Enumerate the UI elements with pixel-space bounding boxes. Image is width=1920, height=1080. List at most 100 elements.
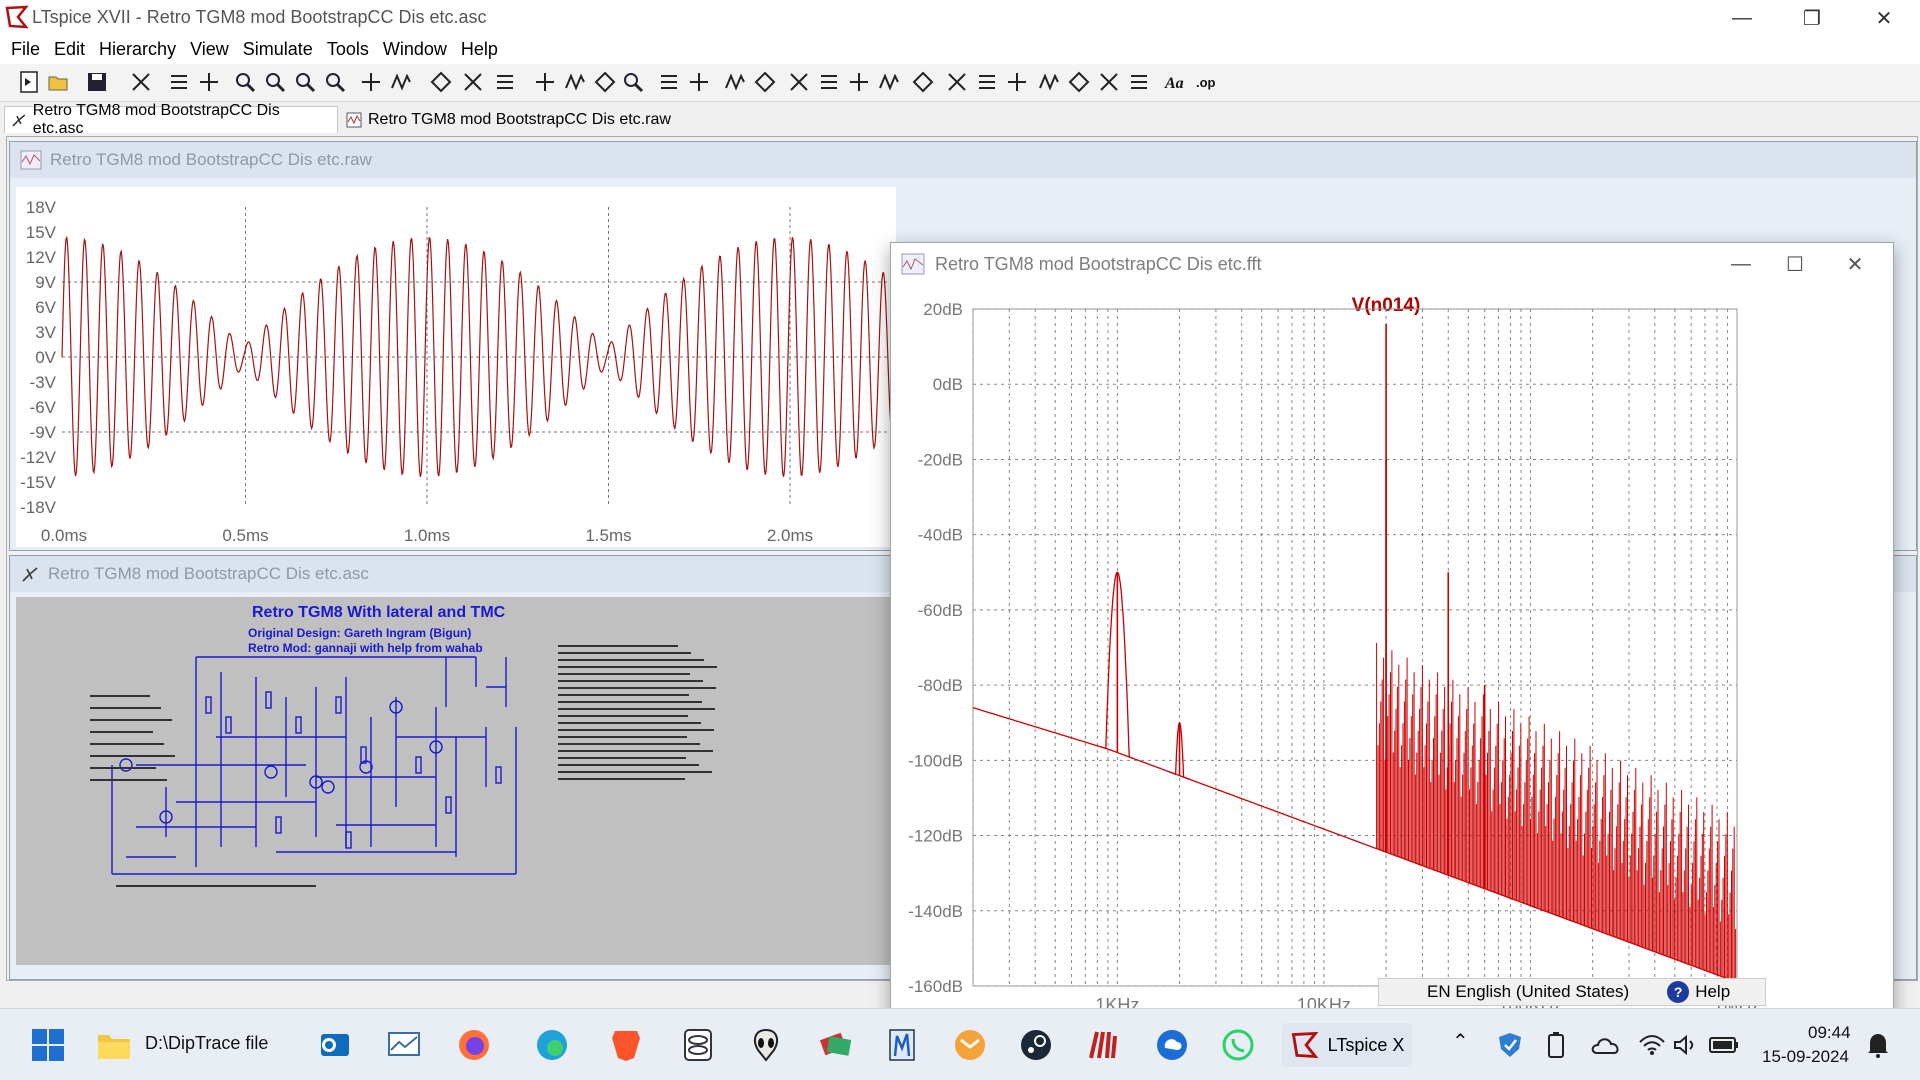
menu-hierarchy[interactable]: Hierarchy [96, 36, 187, 64]
cut-icon[interactable] [532, 69, 558, 95]
label-net-icon[interactable] [786, 69, 812, 95]
svg-text:Aa: Aa [1164, 75, 1184, 92]
pan-hand-icon[interactable] [196, 69, 222, 95]
close-button[interactable]: ✕ [1856, 0, 1912, 36]
cards-app-icon[interactable] [814, 1023, 858, 1067]
spice-directive-icon[interactable]: .op [1194, 69, 1220, 95]
save-icon[interactable] [84, 69, 110, 95]
fft-spectrum-plot[interactable]: V(n014) 20dB 0dB -20dB -40dB -60dB -80dB -100d… [891, 285, 1895, 1080]
raw-y-tick-label: 18V [26, 198, 57, 217]
inductor-icon[interactable] [876, 69, 902, 95]
raw-y-tick-label: 9V [35, 273, 56, 292]
cloud-app-icon[interactable] [1150, 1023, 1194, 1067]
bluebook-icon[interactable] [880, 1023, 924, 1067]
tab-raw-label: Retro TGM8 mod BootstrapCC Dis etc.raw [368, 110, 671, 128]
fft-close-button[interactable]: ✕ [1827, 243, 1883, 285]
window-title: LTspice XVII - Retro TGM8 mod BootstrapC… [32, 7, 487, 27]
menu-edit[interactable]: Edit [51, 36, 96, 64]
diode-icon[interactable] [910, 69, 936, 95]
menu-view[interactable]: View [187, 36, 240, 64]
language-label[interactable]: EN English (United States) [1427, 982, 1629, 1002]
menu-help[interactable]: Help [458, 36, 509, 64]
winrar-icon[interactable] [1082, 1023, 1126, 1067]
fft-minimize-button[interactable]: — [1713, 243, 1769, 285]
zoom-fit-icon[interactable] [292, 69, 318, 95]
text-icon[interactable]: Aa [1162, 69, 1188, 95]
tab-raw[interactable]: Retro TGM8 mod BootstrapCC Dis etc.raw [340, 106, 680, 133]
file-explorer-icon[interactable] [92, 1023, 136, 1067]
tile-vertical-icon[interactable] [460, 69, 486, 95]
schematic-circuit [111, 656, 517, 875]
paste-icon[interactable] [592, 69, 618, 95]
edge-icon[interactable] [530, 1023, 574, 1067]
move-icon[interactable] [974, 69, 1000, 95]
resistor-icon[interactable] [816, 69, 842, 95]
capacitor-icon[interactable] [846, 69, 872, 95]
explorer-task-label[interactable]: D:\DipTrace file [145, 1033, 268, 1054]
new-schematic-icon[interactable] [16, 69, 42, 95]
zoom-out-icon[interactable] [262, 69, 288, 95]
control-panel-icon[interactable] [128, 69, 154, 95]
chevron-up-icon[interactable]: ⌃ [1452, 1029, 1469, 1054]
menu-tools[interactable]: Tools [324, 36, 380, 64]
schematic-canvas[interactable]: Retro TGM8 With lateral and TMC Original… [16, 597, 896, 965]
rotate-icon[interactable] [1096, 69, 1122, 95]
menu-file[interactable]: File [8, 36, 51, 64]
raw-window-titlebar: Retro TGM8 mod BootstrapCC Dis etc.raw [10, 142, 1916, 178]
fft-window[interactable]: Retro TGM8 mod BootstrapCC Dis etc.fft —… [890, 242, 1894, 1080]
component-icon[interactable] [944, 69, 970, 95]
find-icon[interactable] [620, 69, 646, 95]
battery-icon[interactable] [1702, 1023, 1746, 1067]
transient-waveform-plot[interactable]: 18V 15V 12V 9V 6V 3V 0V -3V -6V -9V -12V -15V -18V 0… [16, 187, 896, 547]
print-icon[interactable] [656, 69, 682, 95]
alien-app-icon[interactable] [744, 1023, 788, 1067]
ground-icon[interactable] [752, 69, 778, 95]
menu-simulate[interactable]: Simulate [240, 36, 324, 64]
svg-text:.op: .op [1196, 75, 1216, 90]
notification-bell-icon[interactable] [1856, 1023, 1900, 1067]
clock-date[interactable]: 15-09-2024 [1762, 1047, 1849, 1067]
tile-horizontal-icon[interactable] [428, 69, 454, 95]
maximize-button[interactable]: ❐ [1784, 0, 1840, 36]
battery-saver-icon[interactable] [1534, 1023, 1578, 1067]
monitor-app-icon[interactable] [382, 1023, 426, 1067]
mirror-icon[interactable] [1126, 69, 1152, 95]
draw-wire-icon[interactable] [722, 69, 748, 95]
onedrive-icon[interactable] [1584, 1023, 1628, 1067]
mail-app-icon[interactable] [948, 1023, 992, 1067]
undo-icon[interactable] [1036, 69, 1062, 95]
firefox-icon[interactable] [452, 1023, 496, 1067]
tab-schematic[interactable]: Retro TGM8 mod BootstrapCC Dis etc.asc [4, 102, 338, 137]
menu-bar: File Edit Hierarchy View Simulate Tools … [0, 36, 1920, 64]
clock-time[interactable]: 09:44 [1808, 1023, 1851, 1043]
open-icon[interactable] [46, 69, 72, 95]
cascade-icon[interactable] [492, 69, 518, 95]
print-setup-icon[interactable] [686, 69, 712, 95]
whatsapp-icon[interactable] [1216, 1023, 1260, 1067]
waveform-icon [901, 253, 925, 275]
outlook-icon[interactable] [312, 1023, 356, 1067]
zoom-cancel-icon[interactable] [322, 69, 348, 95]
menu-window[interactable]: Window [380, 36, 458, 64]
start-icon[interactable] [26, 1023, 70, 1067]
raw-window-title: Retro TGM8 mod BootstrapCC Dis etc.raw [50, 150, 372, 169]
app-icon[interactable] [676, 1023, 720, 1067]
copy-icon[interactable] [562, 69, 588, 95]
schematic-line-2: Retro Mod: gannaji with help from wahab [248, 641, 483, 655]
zoom-in-icon[interactable] [232, 69, 258, 95]
help-icon[interactable]: ? [1667, 981, 1690, 1003]
brave-icon[interactable] [604, 1023, 648, 1067]
help-label[interactable]: Help [1695, 982, 1730, 1002]
grid-icon[interactable] [388, 69, 414, 95]
steam-icon[interactable] [1014, 1023, 1058, 1067]
run-icon[interactable] [166, 69, 192, 95]
redo-icon[interactable] [1066, 69, 1092, 95]
autorange-icon[interactable] [358, 69, 384, 95]
raw-y-tick-label: 6V [35, 298, 56, 317]
toolbar: Aa .op [0, 64, 1920, 102]
fft-maximize-button[interactable]: ☐ [1767, 243, 1823, 285]
drag-icon[interactable] [1004, 69, 1030, 95]
ltspice-task-button[interactable]: LTspice X [1282, 1023, 1412, 1067]
security-icon[interactable] [1488, 1023, 1532, 1067]
minimize-button[interactable]: — [1714, 0, 1770, 36]
